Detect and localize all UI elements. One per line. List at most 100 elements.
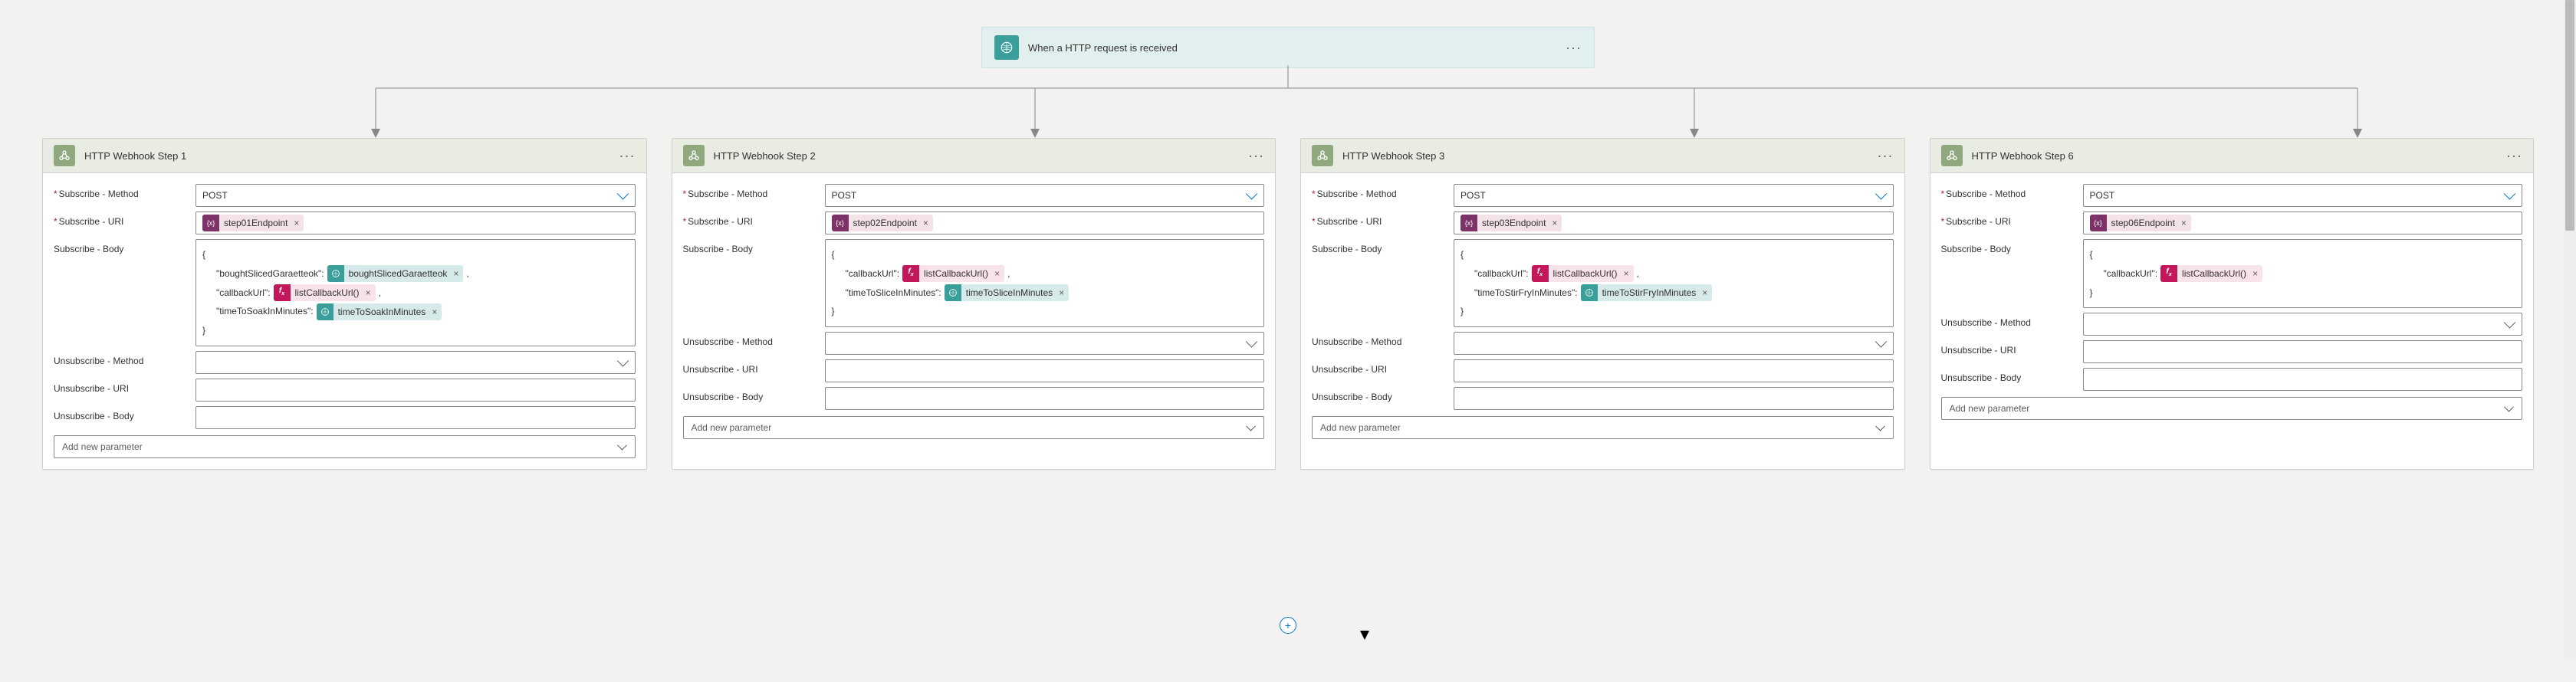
token-timeToSliceInMinutes[interactable]: timeToSliceInMinutes ×	[945, 284, 1069, 301]
method-value: POST	[2090, 190, 2115, 201]
unsubscribe-body-input[interactable]	[196, 406, 636, 429]
label-unsubscribe-method: Unsubscribe - Method	[1941, 313, 2075, 328]
subscribe-method-select[interactable]: POST	[1454, 184, 1894, 207]
step-header[interactable]: HTTP Webhook Step 3 ···	[1301, 139, 1904, 173]
step-header[interactable]: HTTP Webhook Step 1 ···	[43, 139, 646, 173]
subscribe-body-input[interactable]: {"callbackUrl": fx listCallbackUrl() × }	[2083, 239, 2523, 308]
subscribe-method-select[interactable]: POST	[2083, 184, 2523, 207]
subscribe-body-input[interactable]: {"callbackUrl": fx listCallbackUrl() × ,…	[825, 239, 1265, 327]
token-timeToSoakInMinutes[interactable]: timeToSoakInMinutes ×	[317, 303, 442, 320]
subscribe-uri-input[interactable]: {x} step06Endpoint ×	[2083, 211, 2523, 234]
token-icon: {x}	[1460, 215, 1477, 231]
add-parameter-dropdown[interactable]: Add new parameter	[54, 435, 636, 458]
unsubscribe-body-input[interactable]	[1454, 387, 1894, 410]
subscribe-method-select[interactable]: POST	[825, 184, 1265, 207]
unsubscribe-method-select[interactable]	[1454, 332, 1894, 355]
body-text: }	[2090, 284, 2093, 302]
step-more-icon[interactable]: ···	[1248, 148, 1264, 164]
unsubscribe-method-select[interactable]	[825, 332, 1265, 355]
token-step03Endpoint[interactable]: {x} step03Endpoint ×	[1460, 215, 1562, 231]
token-remove-icon[interactable]: ×	[453, 266, 463, 281]
token-listCallbackUrl()[interactable]: fx listCallbackUrl() ×	[2160, 265, 2262, 282]
unsubscribe-body-input[interactable]	[2083, 368, 2523, 391]
unsubscribe-uri-input[interactable]	[196, 379, 636, 402]
unsubscribe-uri-input[interactable]	[825, 359, 1265, 382]
step-more-icon[interactable]: ···	[1878, 148, 1894, 164]
subscribe-body-input[interactable]: {"boughtSlicedGaraetteok": boughtSlicedG…	[196, 239, 636, 346]
token-label: listCallbackUrl()	[291, 285, 366, 300]
token-listCallbackUrl()[interactable]: fx listCallbackUrl() ×	[902, 265, 1004, 282]
token-remove-icon[interactable]: ×	[1624, 266, 1634, 281]
token-icon: {x}	[202, 215, 219, 231]
add-step-button[interactable]: +	[1280, 617, 1296, 634]
label-subscribe-uri: Subscribe - URI	[683, 211, 817, 227]
subscribe-uri-input[interactable]: {x} step02Endpoint ×	[825, 211, 1265, 234]
body-text: ,	[466, 265, 468, 283]
step-more-icon[interactable]: ···	[619, 148, 636, 164]
add-parameter-dropdown[interactable]: Add new parameter	[1941, 397, 2523, 420]
subscribe-uri-input[interactable]: {x} step01Endpoint ×	[196, 211, 636, 234]
label-subscribe-method: Subscribe - Method	[1941, 184, 2075, 199]
body-text: "callbackUrl":	[202, 284, 271, 302]
token-listCallbackUrl()[interactable]: fx listCallbackUrl() ×	[1532, 265, 1634, 282]
token-step02Endpoint[interactable]: {x} step02Endpoint ×	[832, 215, 933, 231]
unsubscribe-method-select[interactable]	[196, 351, 636, 374]
token-label: listCallbackUrl()	[1549, 266, 1624, 281]
trigger-more-icon[interactable]: ···	[1566, 40, 1582, 56]
unsubscribe-uri-input[interactable]	[2083, 340, 2523, 363]
token-step06Endpoint[interactable]: {x} step06Endpoint ×	[2090, 215, 2191, 231]
token-remove-icon[interactable]: ×	[1552, 215, 1562, 231]
subscribe-method-select[interactable]: POST	[196, 184, 636, 207]
token-remove-icon[interactable]: ×	[2181, 215, 2191, 231]
token-remove-icon[interactable]: ×	[432, 304, 442, 320]
token-remove-icon[interactable]: ×	[294, 215, 304, 231]
trigger-card[interactable]: When a HTTP request is received ···	[981, 27, 1595, 68]
step-more-icon[interactable]: ···	[2506, 148, 2522, 164]
step-header[interactable]: HTTP Webhook Step 2 ···	[672, 139, 1276, 173]
body-text: {	[1460, 246, 1464, 264]
token-label: listCallbackUrl()	[2177, 266, 2252, 281]
token-label: boughtSlicedGaraetteok	[344, 266, 454, 281]
vertical-scrollbar[interactable]	[2564, 0, 2576, 659]
label-unsubscribe-uri: Unsubscribe - URI	[1941, 340, 2075, 356]
unsubscribe-uri-input[interactable]	[1454, 359, 1894, 382]
token-remove-icon[interactable]: ×	[2252, 266, 2262, 281]
label-unsubscribe-method: Unsubscribe - Method	[54, 351, 188, 366]
method-value: POST	[1460, 190, 1486, 201]
body-text: {	[832, 246, 835, 264]
token-remove-icon[interactable]: ×	[994, 266, 1004, 281]
token-icon	[1581, 284, 1598, 301]
step-title: HTTP Webhook Step 1	[84, 150, 610, 162]
label-subscribe-body: Subscribe - Body	[1312, 239, 1446, 254]
unsubscribe-method-select[interactable]	[2083, 313, 2523, 336]
token-remove-icon[interactable]: ×	[366, 285, 376, 300]
scrollbar-thumb[interactable]	[2565, 0, 2574, 231]
body-text: ,	[1007, 265, 1010, 283]
token-remove-icon[interactable]: ×	[1702, 285, 1712, 300]
token-icon: fx	[2160, 265, 2177, 282]
label-subscribe-body: Subscribe - Body	[1941, 239, 2075, 254]
body-text: "callbackUrl":	[1460, 265, 1529, 283]
token-remove-icon[interactable]: ×	[1059, 285, 1069, 300]
unsubscribe-body-input[interactable]	[825, 387, 1265, 410]
subscribe-body-input[interactable]: {"callbackUrl": fx listCallbackUrl() × ,…	[1454, 239, 1894, 327]
label-subscribe-uri: Subscribe - URI	[1312, 211, 1446, 227]
step-card: HTTP Webhook Step 6 ··· Subscribe - Meth…	[1930, 138, 2535, 470]
token-remove-icon[interactable]: ×	[923, 215, 933, 231]
token-listCallbackUrl()[interactable]: fx listCallbackUrl() ×	[274, 284, 376, 301]
label-unsubscribe-uri: Unsubscribe - URI	[54, 379, 188, 394]
bottom-connectors	[0, 529, 2576, 682]
step-header[interactable]: HTTP Webhook Step 6 ···	[1930, 139, 2534, 173]
add-parameter-dropdown[interactable]: Add new parameter	[1312, 416, 1894, 439]
subscribe-uri-input[interactable]: {x} step03Endpoint ×	[1454, 211, 1894, 234]
token-boughtSlicedGaraetteok[interactable]: boughtSlicedGaraetteok ×	[327, 265, 464, 282]
step-card: HTTP Webhook Step 3 ··· Subscribe - Meth…	[1300, 138, 1905, 470]
label-unsubscribe-body: Unsubscribe - Body	[1941, 368, 2075, 383]
method-value: POST	[202, 190, 228, 201]
body-text: "callbackUrl":	[832, 265, 900, 283]
add-parameter-dropdown[interactable]: Add new parameter	[683, 416, 1265, 439]
token-step01Endpoint[interactable]: {x} step01Endpoint ×	[202, 215, 304, 231]
token-timeToStirFryInMinutes[interactable]: timeToStirFryInMinutes ×	[1581, 284, 1713, 301]
label-subscribe-method: Subscribe - Method	[1312, 184, 1446, 199]
body-text: }	[832, 303, 835, 320]
